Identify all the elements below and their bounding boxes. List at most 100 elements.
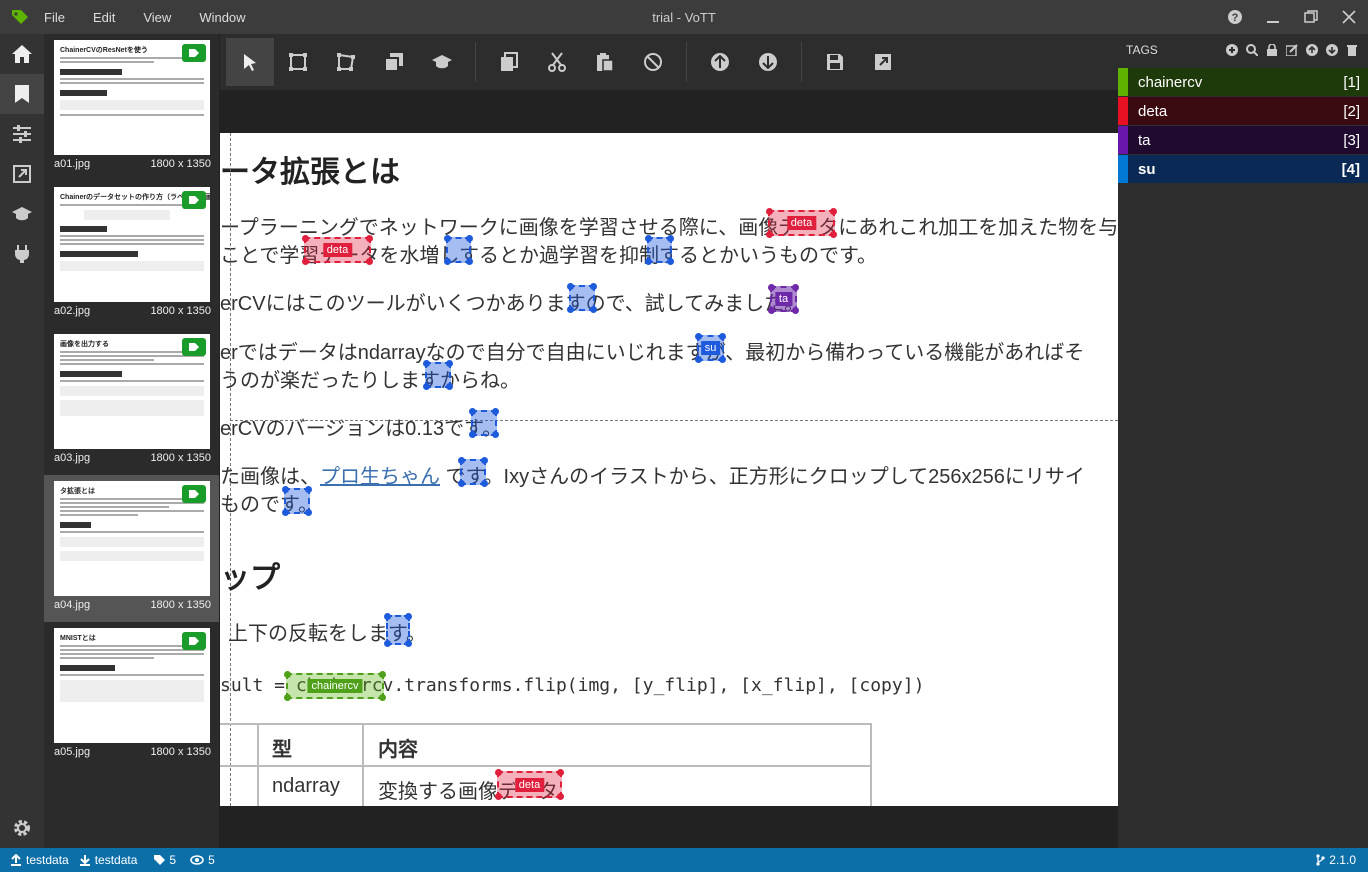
region-su[interactable] bbox=[423, 360, 453, 390]
source-connection: testdata bbox=[10, 853, 69, 867]
cut-icon[interactable] bbox=[533, 38, 581, 86]
source-connection-name: testdata bbox=[26, 853, 69, 867]
doc-line: erではデータはndarrayなので自分で自由にいじれますが、最初から備わってい… bbox=[220, 342, 1085, 364]
region-su[interactable] bbox=[282, 486, 312, 516]
doc-link[interactable]: プロ生ちゃん bbox=[320, 466, 440, 488]
region-ta[interactable]: ta bbox=[768, 284, 799, 314]
menu-edit[interactable]: Edit bbox=[93, 10, 115, 25]
region-chainercv[interactable]: chainercv bbox=[284, 671, 386, 701]
thumbnail-image: タ拡張とは bbox=[54, 481, 210, 596]
version-value: 2.1.0 bbox=[1329, 853, 1356, 867]
minimize-button[interactable] bbox=[1254, 0, 1292, 34]
target-connection-name: testdata bbox=[94, 853, 138, 867]
tag-icon bbox=[182, 338, 206, 356]
thumbnail-name: a02.jpg bbox=[54, 305, 91, 317]
region-label: deta bbox=[514, 777, 545, 792]
settings-sliders-icon[interactable] bbox=[0, 114, 44, 154]
thumbnail-list: ChainerCVのResNetを使う a01.jpg 1800 x 1350 … bbox=[44, 34, 219, 848]
help-icon[interactable]: ? bbox=[1216, 0, 1254, 34]
search-icon[interactable] bbox=[1242, 42, 1262, 58]
region-su[interactable] bbox=[444, 235, 473, 265]
restore-button[interactable] bbox=[1292, 0, 1330, 34]
edit-icon[interactable] bbox=[1282, 42, 1302, 58]
doc-heading: ップ bbox=[220, 562, 280, 595]
region-su[interactable] bbox=[458, 457, 488, 487]
region-su[interactable]: su bbox=[695, 333, 726, 363]
doc-line: た画像は、 bbox=[220, 466, 320, 488]
menu-file[interactable]: File bbox=[44, 10, 65, 25]
region-label: deta bbox=[322, 243, 353, 257]
thumbnail-size: 1800 x 1350 bbox=[150, 305, 211, 317]
region-deta[interactable]: deta bbox=[495, 769, 564, 800]
thumbnail-item[interactable]: ChainerCVのResNetを使う a01.jpg 1800 x 1350 bbox=[44, 34, 219, 181]
active-learning-icon[interactable] bbox=[0, 194, 44, 234]
status-bar: testdata testdata 5 5 2.1.0 bbox=[0, 848, 1368, 872]
previous-asset-icon[interactable] bbox=[696, 38, 744, 86]
move-up-icon[interactable] bbox=[1302, 42, 1322, 58]
thumbnail-image: ChainerCVのResNetを使う bbox=[54, 40, 210, 155]
doc-line: erCVのバージョンは0.13です。 bbox=[220, 418, 503, 440]
tag-icon bbox=[182, 44, 206, 62]
editor-toolbar bbox=[220, 34, 1118, 90]
menu-window[interactable]: Window bbox=[199, 10, 245, 25]
draw-rectangle-icon[interactable] bbox=[274, 38, 322, 86]
paste-icon[interactable] bbox=[581, 38, 629, 86]
thumbnail-item-selected[interactable]: タ拡張とは a04.jpg 1800 x 1350 bbox=[44, 475, 219, 622]
version: 2.1.0 bbox=[1315, 853, 1356, 867]
plug-icon[interactable] bbox=[0, 234, 44, 274]
tag-row-ta[interactable]: ta [3] bbox=[1118, 126, 1368, 154]
home-icon[interactable] bbox=[0, 34, 44, 74]
lock-icon[interactable] bbox=[1262, 42, 1282, 58]
bookmark-icon[interactable] bbox=[0, 74, 44, 114]
table-header: 内容 bbox=[378, 739, 418, 761]
copy-icon[interactable] bbox=[485, 38, 533, 86]
region-su[interactable] bbox=[567, 283, 597, 313]
export-icon[interactable] bbox=[859, 38, 907, 86]
thumbnail-item[interactable]: Chainerのデータセットの作り方（ラベル付き画像編） a02.jpg 180… bbox=[44, 181, 219, 328]
menu-view[interactable]: View bbox=[143, 10, 171, 25]
thumbnail-size: 1800 x 1350 bbox=[150, 599, 211, 611]
thumbnail-item[interactable]: MNISTとは a05.jpg 1800 x 1350 bbox=[44, 622, 219, 769]
clear-regions-icon[interactable] bbox=[629, 38, 677, 86]
asset-image[interactable]: ータ拡張とは ープラーニングでネットワークに画像を学習させる際に、画像データにあ… bbox=[220, 133, 1118, 806]
draw-polygon-icon[interactable] bbox=[322, 38, 370, 86]
tag-name: chainercv bbox=[1138, 73, 1203, 91]
tags-panel: TAGS chainercv [1] deta [2] ta [3] su [4] bbox=[1118, 34, 1368, 848]
region-su[interactable] bbox=[645, 235, 674, 265]
thumbnail-name: a05.jpg bbox=[54, 746, 91, 758]
select-pointer-icon[interactable] bbox=[226, 38, 274, 86]
region-label: su bbox=[700, 341, 721, 355]
tag-row-deta[interactable]: deta [2] bbox=[1118, 97, 1368, 125]
thumbnail-size: 1800 x 1350 bbox=[150, 746, 211, 758]
region-deta[interactable]: deta bbox=[302, 235, 373, 265]
tag-icon bbox=[182, 632, 206, 650]
doc-line: うのが楽だったりしますからね。 bbox=[220, 370, 520, 392]
tag-count-value: 5 bbox=[169, 853, 177, 867]
left-nav bbox=[0, 34, 44, 848]
copy-rectangle-icon[interactable] bbox=[370, 38, 418, 86]
delete-icon[interactable] bbox=[1342, 42, 1362, 58]
tag-row-su[interactable]: su [4] bbox=[1118, 155, 1368, 183]
tag-icon bbox=[182, 191, 206, 209]
export-icon[interactable] bbox=[0, 154, 44, 194]
thumbnail-name: a04.jpg bbox=[54, 599, 91, 611]
region-su[interactable] bbox=[384, 613, 412, 647]
next-asset-icon[interactable] bbox=[744, 38, 792, 86]
close-button[interactable] bbox=[1330, 0, 1368, 34]
region-label: chainercv bbox=[307, 679, 363, 693]
region-su[interactable] bbox=[469, 408, 499, 438]
add-tag-icon[interactable] bbox=[1222, 42, 1242, 58]
region-label: ta bbox=[774, 292, 793, 306]
save-icon[interactable] bbox=[811, 38, 859, 86]
tag-icon bbox=[182, 485, 206, 503]
thumbnail-item[interactable]: 画像を出力する a03.jpg 1800 x 1350 bbox=[44, 328, 219, 475]
doc-line: erCVにはこのツールがいくつかありますので、試してみました。 bbox=[220, 293, 805, 315]
gear-icon[interactable] bbox=[0, 808, 44, 848]
region-deta[interactable]: deta bbox=[766, 208, 837, 238]
move-down-icon[interactable] bbox=[1322, 42, 1342, 58]
tag-name: ta bbox=[1138, 131, 1151, 149]
active-learning-icon[interactable] bbox=[418, 38, 466, 86]
thumbnail-image: Chainerのデータセットの作り方（ラベル付き画像編） bbox=[54, 187, 210, 302]
tag-row-chainercv[interactable]: chainercv [1] bbox=[1118, 68, 1368, 96]
tag-count: 5 bbox=[153, 853, 176, 867]
